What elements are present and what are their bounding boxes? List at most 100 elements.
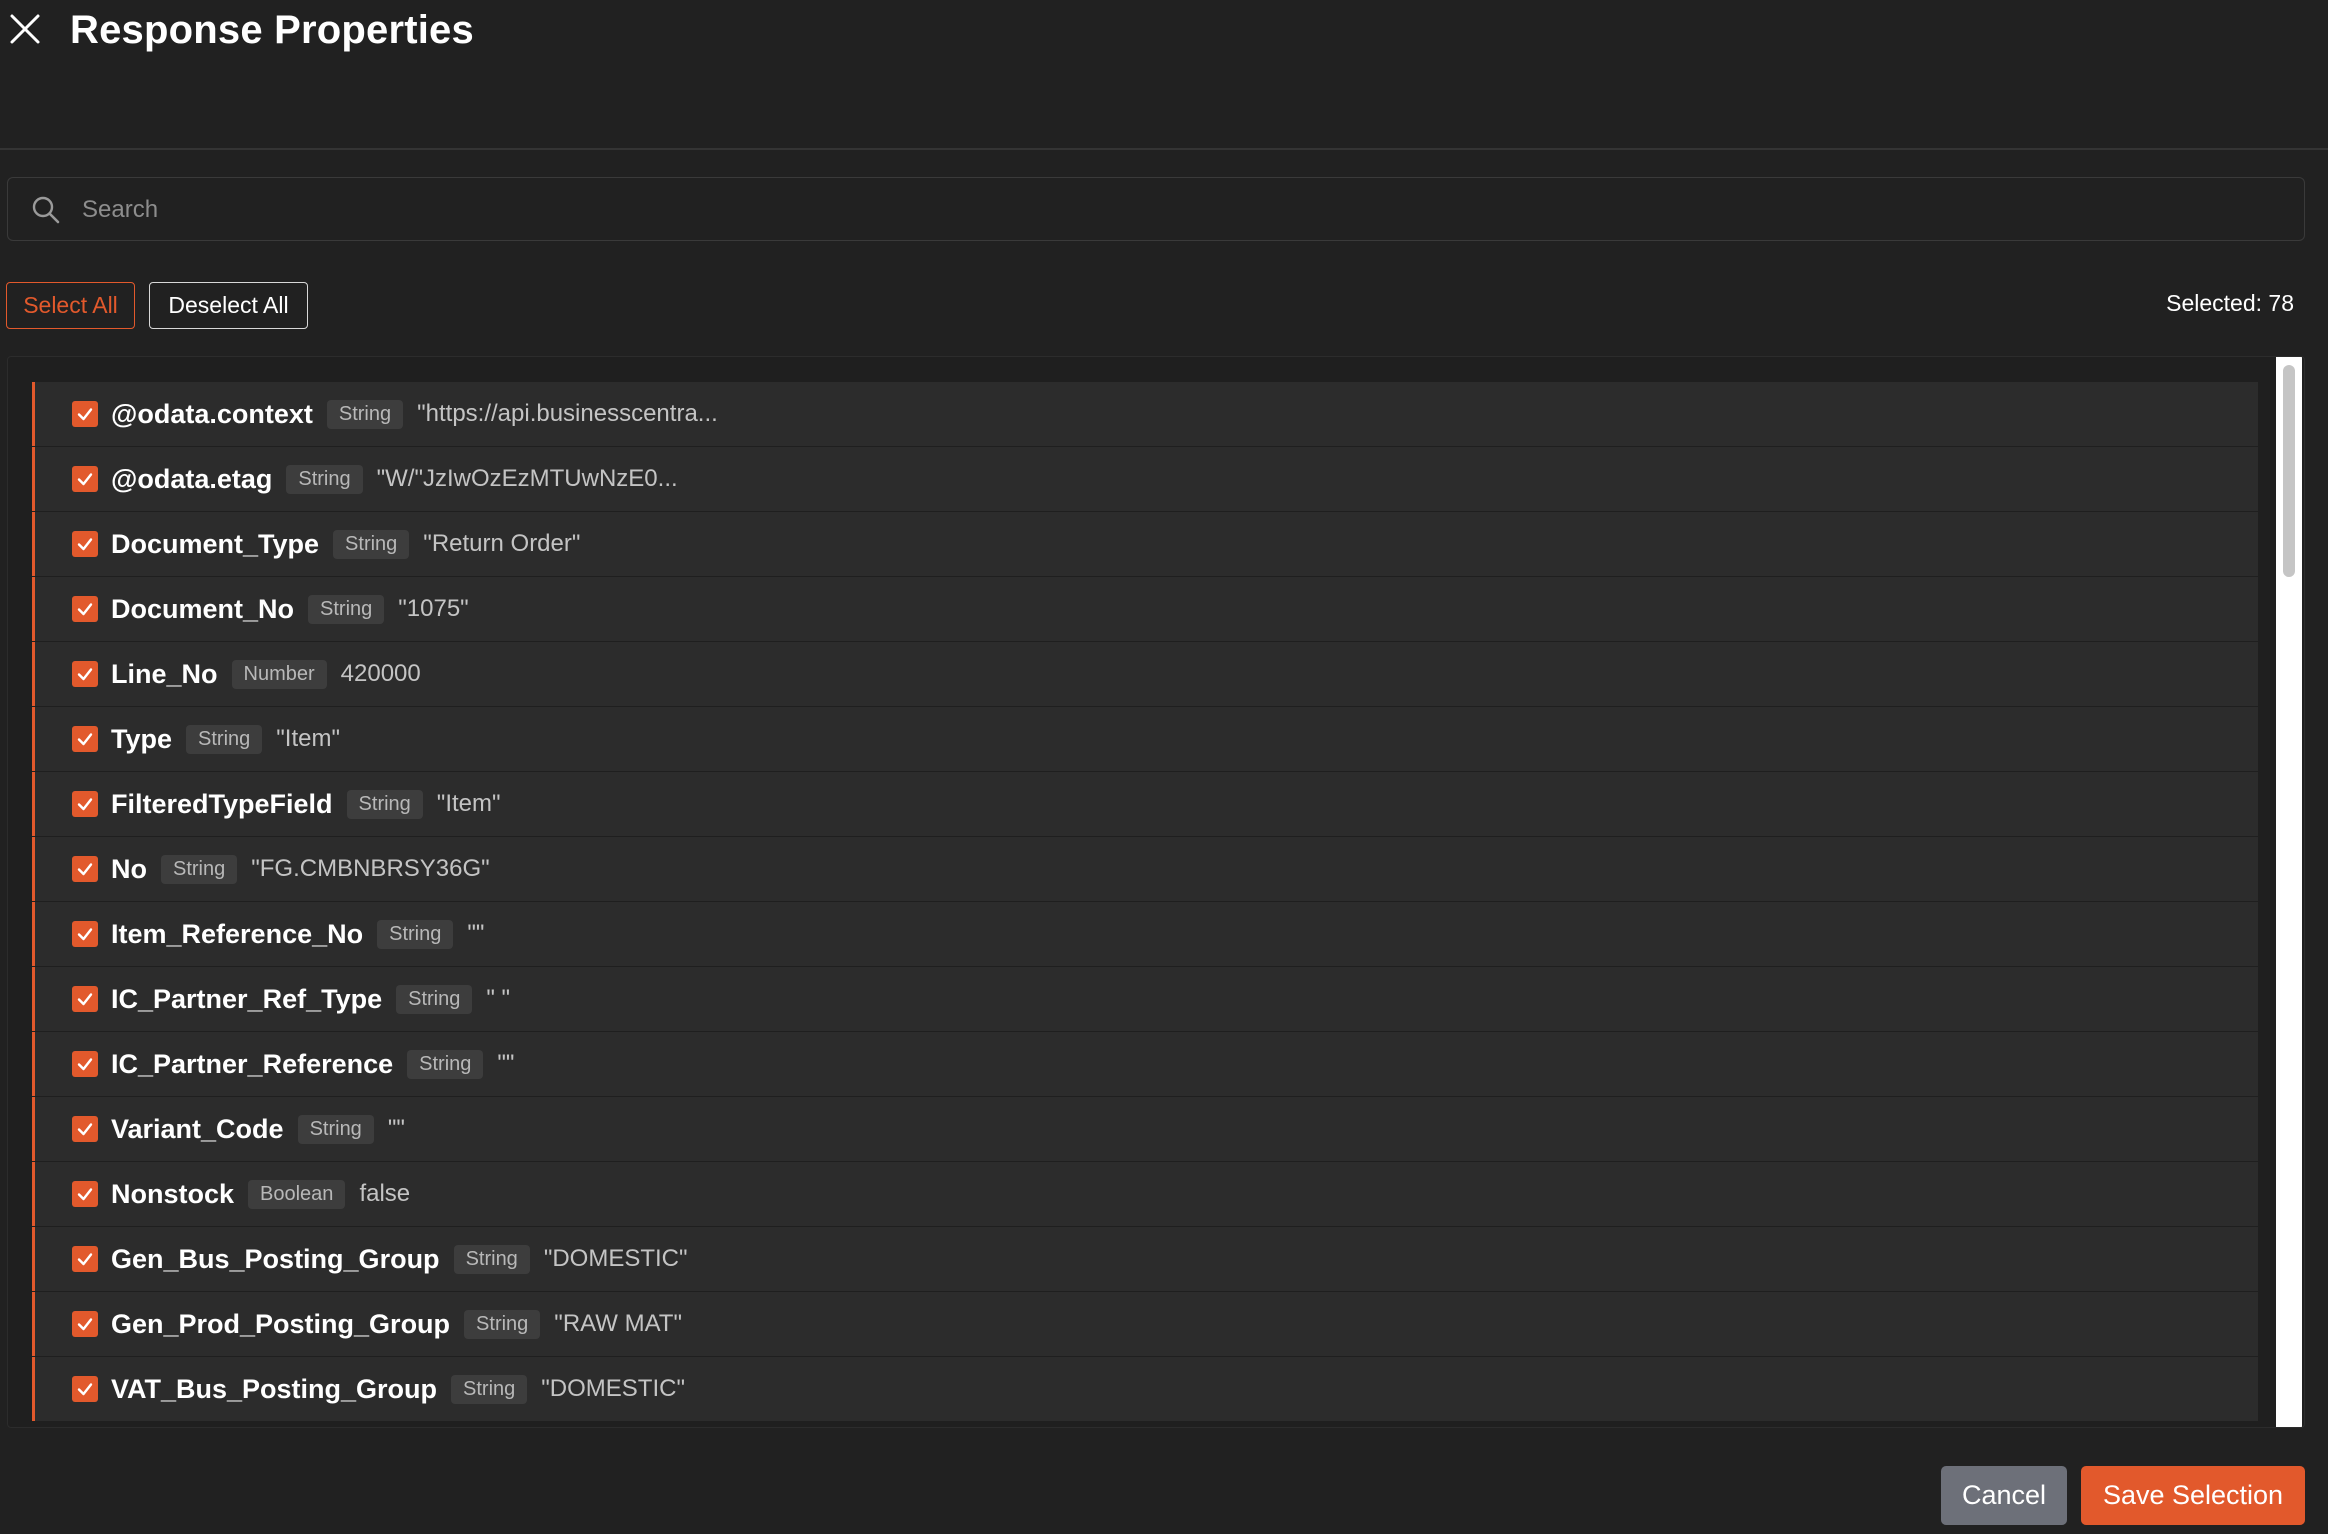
check-icon: [77, 733, 93, 746]
property-type-badge: String: [407, 1049, 484, 1079]
property-type-badge: String: [326, 399, 404, 429]
property-type-badge: String: [451, 1374, 528, 1404]
property-value: "Return Order": [423, 530, 581, 557]
list-scrollbar[interactable]: [2276, 357, 2302, 1427]
cancel-button[interactable]: Cancel: [1941, 1466, 2067, 1525]
check-icon: [77, 1123, 93, 1136]
property-name: Item_Reference_No: [111, 918, 364, 949]
property-value: "Item": [436, 790, 501, 817]
property-row[interactable]: VAT_Bus_Posting_Group String "DOMESTIC": [32, 1357, 2258, 1421]
property-row[interactable]: IC_Partner_Reference String "": [32, 1032, 2258, 1096]
check-icon: [77, 1253, 93, 1266]
property-value: "1075": [398, 595, 469, 622]
property-checkbox[interactable]: [72, 1246, 98, 1272]
property-type-badge: String: [161, 854, 238, 884]
property-name: No: [111, 853, 147, 884]
property-value: false: [359, 1180, 411, 1207]
search-input[interactable]: [80, 178, 2284, 242]
property-checkbox[interactable]: [72, 1116, 98, 1142]
property-row[interactable]: Document_No String "1075": [32, 577, 2258, 641]
property-row[interactable]: @odata.etag String "W/"JzIwOzEzMTUwNzE0...: [32, 447, 2258, 511]
property-value: "": [467, 920, 485, 947]
property-row[interactable]: No String "FG.CMBNBRSY36G": [32, 837, 2258, 901]
property-value: "W/"JzIwOzEzMTUwNzE0...: [376, 465, 678, 492]
property-name: Document_Type: [111, 528, 320, 559]
property-checkbox[interactable]: [72, 921, 98, 947]
property-value: "DOMESTIC": [543, 1245, 688, 1272]
property-row[interactable]: IC_Partner_Ref_Type String " ": [32, 967, 2258, 1031]
check-icon: [77, 863, 93, 876]
select-all-button[interactable]: Select All: [6, 282, 135, 329]
property-row[interactable]: Gen_Prod_Posting_Group String "RAW MAT": [32, 1292, 2258, 1356]
check-icon: [77, 993, 93, 1006]
check-icon: [77, 928, 93, 941]
property-checkbox[interactable]: [72, 596, 98, 622]
property-value: "": [497, 1050, 515, 1077]
property-name: Gen_Bus_Posting_Group: [111, 1243, 440, 1274]
close-button[interactable]: [6, 10, 44, 48]
property-row[interactable]: Document_Type String "Return Order": [32, 512, 2258, 576]
property-checkbox[interactable]: [72, 791, 98, 817]
property-name: FilteredTypeField: [111, 788, 333, 819]
property-type-badge: Boolean: [248, 1179, 346, 1209]
property-checkbox[interactable]: [72, 1376, 98, 1402]
property-name: Variant_Code: [111, 1113, 284, 1144]
selected-count: Selected: 78: [2166, 290, 2294, 316]
property-name: IC_Partner_Reference: [111, 1048, 394, 1079]
property-value: "Item": [276, 725, 340, 752]
property-name: Document_No: [111, 593, 295, 624]
check-icon: [77, 668, 93, 681]
property-type-badge: String: [308, 594, 385, 624]
property-row[interactable]: Item_Reference_No String "": [32, 902, 2258, 966]
property-type-badge: String: [377, 919, 454, 949]
check-icon: [77, 408, 93, 421]
property-type-badge: String: [333, 529, 410, 559]
property-checkbox[interactable]: [72, 661, 98, 687]
property-row[interactable]: Type String "Item": [32, 707, 2258, 771]
property-row[interactable]: FilteredTypeField String "Item": [32, 772, 2258, 836]
dialog-title: Response Properties: [70, 8, 474, 52]
property-type-badge: String: [453, 1244, 530, 1274]
property-checkbox[interactable]: [72, 401, 98, 427]
property-type-badge: Number: [231, 659, 327, 689]
property-list[interactable]: @odata.context String "https://api.busines…: [7, 356, 2305, 1428]
property-type-badge: String: [297, 1114, 374, 1144]
check-icon: [77, 603, 93, 616]
check-icon: [77, 1318, 93, 1331]
property-checkbox[interactable]: [72, 531, 98, 557]
property-value: "FG.CMBNBRSY36G": [251, 855, 490, 882]
property-checkbox[interactable]: [72, 1311, 98, 1337]
property-checkbox[interactable]: [72, 1181, 98, 1207]
check-icon: [77, 1383, 93, 1396]
check-icon: [77, 798, 93, 811]
property-checkbox[interactable]: [72, 856, 98, 882]
property-rows: @odata.context String "https://api.busines…: [32, 382, 2258, 1422]
property-row[interactable]: Line_No Number 420000: [32, 642, 2258, 706]
property-name: Gen_Prod_Posting_Group: [111, 1308, 451, 1339]
property-row[interactable]: Gen_Bus_Posting_Group String "DOMESTIC": [32, 1227, 2258, 1291]
check-icon: [77, 538, 93, 551]
deselect-all-button[interactable]: Deselect All: [149, 282, 308, 329]
property-value: " ": [486, 985, 511, 1012]
property-type-badge: String: [346, 789, 423, 819]
property-type-badge: String: [186, 724, 263, 754]
search-icon: [32, 196, 60, 224]
save-selection-button[interactable]: Save Selection: [2081, 1466, 2305, 1525]
property-name: VAT_Bus_Posting_Group: [111, 1373, 438, 1404]
property-checkbox[interactable]: [72, 1051, 98, 1077]
property-row[interactable]: @odata.context String "https://api.busines…: [32, 382, 2258, 446]
property-row[interactable]: Variant_Code String "": [32, 1097, 2258, 1161]
property-name: IC_Partner_Ref_Type: [111, 983, 383, 1014]
scrollbar-thumb[interactable]: [2283, 365, 2295, 577]
property-checkbox[interactable]: [72, 726, 98, 752]
property-checkbox[interactable]: [72, 466, 98, 492]
property-value: "RAW MAT": [554, 1310, 682, 1337]
search-box[interactable]: [7, 177, 2305, 242]
property-checkbox[interactable]: [72, 986, 98, 1012]
close-icon: [10, 14, 40, 44]
property-value: "": [387, 1115, 405, 1142]
check-icon: [77, 1058, 93, 1071]
dialog-header: Response Properties: [0, 0, 2328, 150]
property-row[interactable]: Nonstock Boolean false: [32, 1162, 2258, 1226]
property-name: Nonstock: [111, 1178, 235, 1209]
